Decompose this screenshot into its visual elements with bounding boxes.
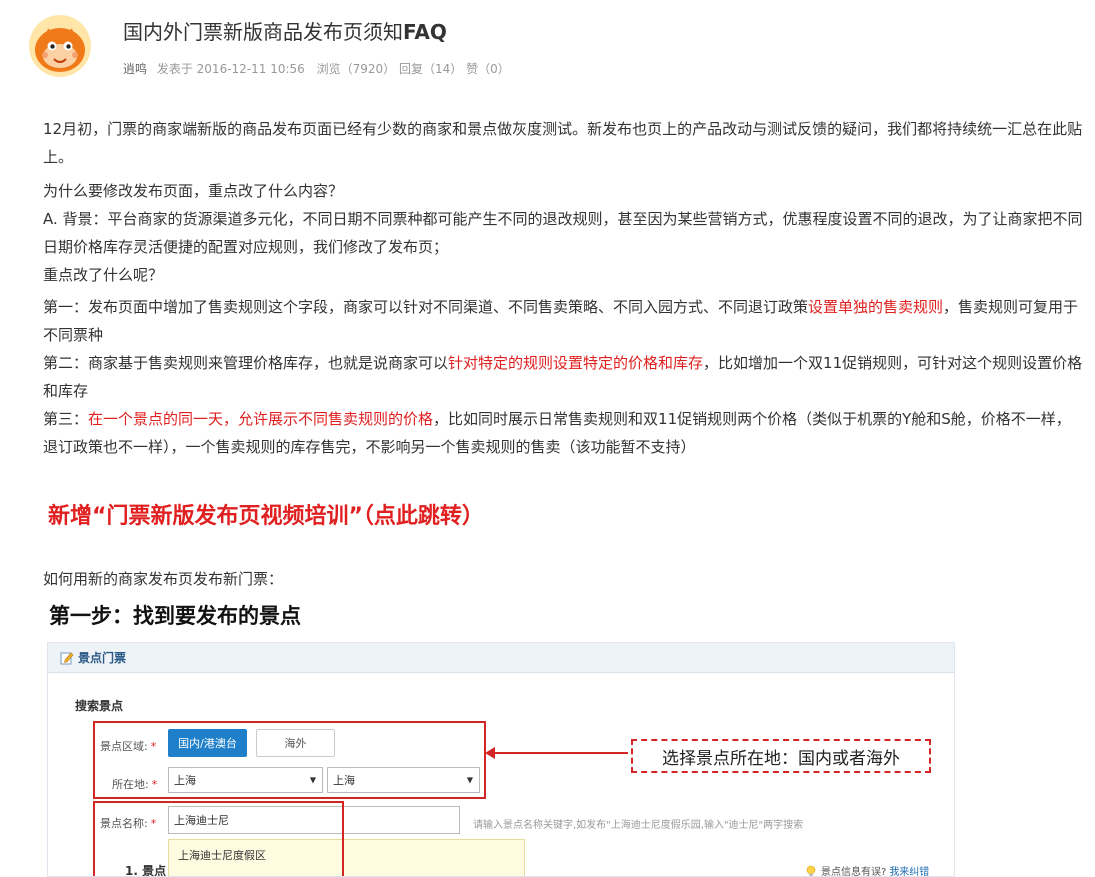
panel-header: 景点门票: [48, 643, 954, 673]
change-second: 第二：商家基于售卖规则来管理价格库存，也就是说商家可以针对特定的规则设置特定的价…: [43, 354, 1083, 400]
edit-icon: [60, 652, 74, 664]
key-changes-heading: 重点改了什么呢？: [43, 266, 164, 284]
step1-heading: 第一步：找到要发布的景点: [49, 604, 301, 628]
change-first: 第一：发布页面中增加了售卖规则这个字段，商家可以针对不同渠道、不同售卖策略、不同…: [43, 298, 1079, 344]
author-link[interactable]: 逍鸣: [123, 62, 147, 76]
reply-count: 回复（14）: [399, 62, 463, 76]
lightbulb-icon: [806, 865, 816, 876]
view-count: 浏览（7920）: [316, 62, 396, 76]
name-input-hint: 请输入景点名称关键字,如发布"上海迪士尼度假乐园,输入"迪士尼"两字搜索: [473, 820, 804, 831]
question-heading: 为什么要修改发布页面，重点改了什么内容？: [43, 182, 344, 200]
highlight-box-name: [93, 801, 344, 876]
intro-paragraph: 12月初，门票的商家端新版的商品发布页面已经有少数的商家和景点做灰度测试。新发布…: [43, 120, 1083, 166]
post-date: 发表于 2016-12-11 10:56: [156, 62, 305, 76]
like-count: 赞（0）: [466, 62, 510, 76]
panel-title: 景点门票: [78, 651, 127, 665]
avatar[interactable]: [28, 14, 92, 78]
post-header: 国内外门票新版商品发布页须知FAQ 逍鸣 发表于 2016-12-11 10:5…: [0, 0, 1095, 100]
post-title: 国内外门票新版商品发布页须知FAQ: [123, 20, 447, 44]
post-meta: 逍鸣 发表于 2016-12-11 10:56 浏览（7920） 回复（14） …: [123, 60, 510, 77]
error-note: 景点信息有误? 我来纠错: [805, 863, 929, 876]
highlight-box-region: [93, 721, 486, 799]
background-paragraph: A. 背景：平台商家的货源渠道多元化，不同日期不同票种都可能产生不同的退改规则，…: [43, 210, 1083, 256]
embedded-screenshot: 景点门票 搜索景点 景点区域: * 国内/港澳台 海外 所在地: * 上海 ▼ 上海 ▼…: [47, 642, 955, 877]
howto-text: 如何用新的商家发布页发布新门票：: [43, 570, 284, 588]
post-content: 12月初，门票的商家端新版的商品发布页面已经有少数的商家和景点做灰度测试。新发布…: [43, 115, 1083, 461]
search-section-label: 搜索景点: [75, 699, 124, 713]
video-training-link[interactable]: 新增“门票新版发布页视频培训”（点此跳转）: [48, 498, 484, 530]
report-error-link[interactable]: 我来纠错: [889, 863, 929, 876]
change-third: 第三：在一个景点的同一天，允许展示不同售卖规则的价格，比如同时展示日常售卖规则和…: [43, 410, 1071, 456]
arrow-line: [493, 752, 628, 754]
callout-location-hint: 选择景点所在地：国内或者海外: [631, 739, 931, 773]
